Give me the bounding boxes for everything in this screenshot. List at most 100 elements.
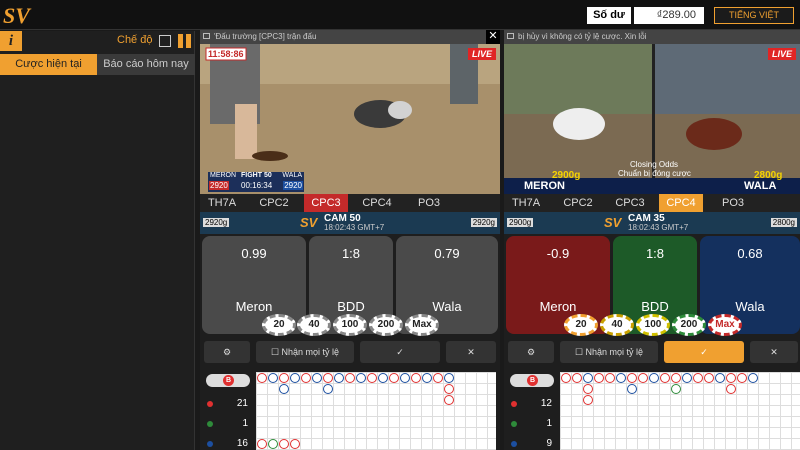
sv-mark: SV xyxy=(604,215,622,230)
video-stream[interactable]: 11:58:86 LIVE MERON FIGHT 50 WALA 2920 0… xyxy=(200,44,500,194)
action-bar: ⚙ ☐ Nhận mọi tỷ lệ ✓ ✕ xyxy=(504,341,800,363)
roadmap: B 12 1 9 xyxy=(504,372,800,450)
chip-200[interactable]: 200 xyxy=(672,314,706,336)
tab-po3[interactable]: PO3 xyxy=(407,194,451,212)
panel-title-text: bị hủy vì không có tỷ lệ cược. Xin lỗi xyxy=(518,32,647,41)
tab-th7a[interactable]: TH7A xyxy=(504,194,548,212)
panel-title-text: 'Đấu trường [CPC3] trận đấu xyxy=(214,32,317,41)
info-icon[interactable]: i xyxy=(0,31,22,51)
tab-cpc4[interactable]: CPC4 xyxy=(659,194,703,212)
road-grid xyxy=(560,372,800,450)
roadmap: B 21 1 16 xyxy=(200,372,500,450)
accept-label: Nhận mọi tỷ lệ xyxy=(281,347,340,357)
sv-mark: SV xyxy=(300,215,318,230)
bdd-odds: 1:8 xyxy=(341,246,361,261)
bdd-label: BDD xyxy=(337,299,365,314)
overlay-wala: WALA xyxy=(282,172,302,179)
confirm-button[interactable]: ✓ xyxy=(664,341,744,363)
logo[interactable]: SV xyxy=(2,2,44,28)
stat-meron-count: 21 xyxy=(236,398,248,409)
bdd-label: BDD xyxy=(641,299,669,314)
confirm-button[interactable]: ✓ xyxy=(360,341,440,363)
mode-toggle[interactable] xyxy=(159,35,171,47)
overlay-meron: MERON xyxy=(210,172,237,179)
overlay-timer: 00:16:34 xyxy=(241,181,273,190)
tab-cpc4[interactable]: CPC4 xyxy=(355,194,399,212)
chip-40[interactable]: 40 xyxy=(297,314,331,336)
fight-info-bar: 2900g SV CAM 35 18:02:43 GMT+7 2800g xyxy=(504,212,800,234)
tab-th7a[interactable]: TH7A xyxy=(200,194,244,212)
pause-icon[interactable] xyxy=(178,34,191,48)
chip-20[interactable]: 20 xyxy=(564,314,598,336)
fight-info-bar: 2920g SV CAM 50 18:02:43 GMT+7 2920g xyxy=(200,212,500,234)
cancel-button[interactable]: ✕ xyxy=(446,341,496,363)
overlay-closing: Closing Odds xyxy=(630,160,679,169)
tab-today-report[interactable]: Báo cáo hôm nay xyxy=(97,54,195,75)
chip-max[interactable]: Max xyxy=(405,314,439,336)
arena-panel-1: 'Đấu trường [CPC3] trận đấu ✕ 11:58:86 L… xyxy=(200,30,500,450)
cancel-button[interactable]: ✕ xyxy=(750,341,798,363)
arena-tabs: TH7A CPC2 CPC3 CPC4 PO3 xyxy=(200,194,500,212)
close-button[interactable]: ✕ xyxy=(486,30,500,44)
tab-po3[interactable]: PO3 xyxy=(711,194,755,212)
meron-odds: 0.99 xyxy=(241,246,267,261)
arena-tabs: TH7A CPC2 CPC3 CPC4 PO3 xyxy=(504,194,800,212)
wala-odds: 0.68 xyxy=(737,246,763,261)
meron-weight: 2920g xyxy=(203,218,230,227)
arena-panel-2: bị hủy vì không có tỷ lệ cược. Xin lỗi L… xyxy=(504,30,800,450)
live-badge: LIVE xyxy=(467,48,496,60)
meron-label: Meron xyxy=(235,299,273,314)
balance-label: Số dư xyxy=(587,7,631,24)
chip-200[interactable]: 200 xyxy=(369,314,403,336)
score-overlay: MERON FIGHT 50 WALA 2920 00:16:34 2920 xyxy=(208,172,304,192)
overlay-fight: FIGHT 50 xyxy=(241,172,272,179)
tab-cpc2[interactable]: CPC2 xyxy=(556,194,600,212)
tv-icon xyxy=(507,33,514,39)
mode-label: Chế độ xyxy=(117,34,153,46)
balance-value: ₫289.00 xyxy=(634,7,704,24)
tab-current-bets[interactable]: Cược hiện tại xyxy=(0,54,97,75)
chip-40[interactable]: 40 xyxy=(600,314,634,336)
roadmap-marker: B xyxy=(223,375,234,386)
fight-time: 18:02:43 GMT+7 xyxy=(628,223,689,232)
stat-meron-count: 12 xyxy=(540,398,552,409)
language-select[interactable]: TIẾNG VIỆT xyxy=(714,7,794,24)
accept-any-odds[interactable]: ☐ Nhận mọi tỷ lệ xyxy=(256,341,354,363)
overlay-meron-odds: 2920 xyxy=(209,181,229,190)
bdd-odds: 1:8 xyxy=(645,246,665,261)
settings-button[interactable]: ⚙ xyxy=(508,341,554,363)
chip-max[interactable]: Max xyxy=(708,314,742,336)
chip-20[interactable]: 20 xyxy=(262,314,296,336)
stat-wala-count: 16 xyxy=(236,438,248,449)
accept-any-odds[interactable]: ☐ Nhận mọi tỷ lệ xyxy=(560,341,658,363)
top-bar: SV Số dư ₫289.00 TIẾNG VIỆT xyxy=(0,0,800,30)
tab-cpc3[interactable]: CPC3 xyxy=(304,194,348,212)
tab-cpc3[interactable]: CPC3 xyxy=(608,194,652,212)
accept-label: Nhận mọi tỷ lệ xyxy=(585,347,644,357)
panel-title: bị hủy vì không có tỷ lệ cược. Xin lỗi xyxy=(504,30,800,44)
roadmap-toggle[interactable]: B xyxy=(206,374,250,387)
video-clock: 11:58:86 xyxy=(208,49,244,59)
chip-row: 20 40 100 200 Max xyxy=(200,314,500,338)
overlay-wala: WALA xyxy=(744,180,777,192)
meron-weight: 2900g xyxy=(507,218,534,227)
wala-weight: 2800g xyxy=(770,218,797,227)
wala-label: Wala xyxy=(735,299,765,314)
stat-bdd-count: 1 xyxy=(242,418,248,429)
wala-label: Wala xyxy=(432,299,462,314)
meron-label: Meron xyxy=(539,299,577,314)
overlay-prepare: Chuẩn bị đóng cược xyxy=(618,169,691,178)
settings-button[interactable]: ⚙ xyxy=(204,341,250,363)
chip-row: 20 40 100 200 Max xyxy=(504,314,800,338)
roadmap-toggle[interactable]: B xyxy=(510,374,554,387)
video-stream[interactable]: LIVE 2900g 2800g Closing Odds Chuẩn bị đ… xyxy=(504,44,800,194)
logo-text: SV xyxy=(3,3,32,28)
meron-odds: -0.9 xyxy=(546,246,570,261)
overlay-meron: MERON xyxy=(524,180,565,192)
stat-bdd-count: 1 xyxy=(546,418,552,429)
chip-100[interactable]: 100 xyxy=(636,314,670,336)
fight-time: 18:02:43 GMT+7 xyxy=(324,223,385,232)
tab-cpc2[interactable]: CPC2 xyxy=(252,194,296,212)
overlay-wala-odds: 2920 xyxy=(283,181,303,190)
chip-100[interactable]: 100 xyxy=(333,314,367,336)
